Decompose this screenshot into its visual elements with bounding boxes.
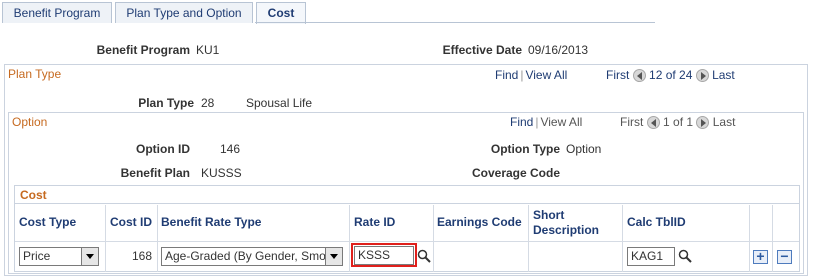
tab-plan-type-and-option[interactable]: Plan Type and Option: [115, 2, 253, 23]
plan-type-find-link[interactable]: Find: [495, 68, 518, 82]
plan-type-label: Plan Type: [138, 96, 194, 110]
option-first-link[interactable]: First: [620, 115, 643, 129]
col-calc-tblid: Calc TblID: [627, 215, 686, 229]
delete-row-button[interactable]: −: [777, 249, 792, 264]
option-id-value: 146: [220, 142, 241, 156]
col-separator: [528, 205, 529, 272]
plan-type-view-all-link[interactable]: View All: [525, 68, 567, 82]
plan-type-counter: 12 of 24: [649, 68, 693, 82]
header-row-divider: [15, 241, 799, 242]
option-type-value: Option: [566, 142, 602, 156]
option-last-link[interactable]: Last: [713, 115, 736, 129]
tab-bar: Benefit Program Plan Type and Option Cos…: [0, 0, 814, 24]
benefit-program-label: Benefit Program: [96, 43, 190, 57]
next-arrow-icon[interactable]: [695, 69, 709, 83]
plan-type-description: Spousal Life: [246, 96, 313, 110]
col-separator: [349, 205, 350, 272]
option-id-label: Option ID: [136, 142, 190, 156]
option-next-arrow-icon[interactable]: [696, 116, 710, 130]
previous-arrow-icon[interactable]: [632, 69, 646, 83]
effective-date-value: 09/16/2013: [528, 43, 589, 57]
chevron-down-icon[interactable]: [325, 248, 342, 265]
option-counter: 1 of 1: [663, 115, 694, 129]
effective-date-label: Effective Date: [442, 43, 522, 57]
col-separator: [772, 205, 773, 272]
option-view-all-link[interactable]: View All: [540, 115, 582, 129]
chevron-down-icon[interactable]: [81, 248, 98, 265]
col-earnings-code: Earnings Code: [437, 215, 522, 229]
col-separator: [157, 205, 158, 272]
option-find-link[interactable]: Find: [510, 115, 533, 129]
col-separator: [749, 205, 750, 272]
col-separator: [433, 205, 434, 272]
coverage-code-label: Coverage Code: [471, 166, 560, 180]
option-pager: First 1 of 1 Last: [620, 115, 736, 130]
col-benefit-rate-type: Benefit Rate Type: [161, 215, 262, 229]
add-row-button[interactable]: +: [753, 249, 768, 264]
search-icon[interactable]: [678, 249, 692, 263]
rate-id-input[interactable]: KSSS: [354, 246, 414, 265]
col-cost-type: Cost Type: [19, 215, 77, 229]
plan-type-last-link[interactable]: Last: [712, 68, 735, 82]
benefit-plan-value: KUSSS: [201, 166, 242, 180]
plan-type-title: Plan Type: [8, 67, 62, 81]
cost-type-value: Price: [23, 249, 51, 263]
plan-type-first-link[interactable]: First: [606, 68, 629, 82]
col-separator: [105, 205, 106, 272]
option-title: Option: [12, 115, 48, 129]
search-icon[interactable]: [417, 249, 431, 263]
plan-type-code: 28: [201, 96, 215, 110]
col-rate-id: Rate ID: [354, 215, 396, 229]
option-nav: Find | View All: [510, 115, 583, 129]
cost-title-divider: [15, 203, 799, 204]
option-type-label: Option Type: [490, 142, 560, 156]
tab-cost[interactable]: Cost: [256, 2, 306, 24]
benefit-program-value: KU1: [196, 43, 220, 57]
plan-type-nav: Find | View All: [495, 68, 568, 82]
col-short-description: Short Description: [533, 208, 600, 237]
benefit-rate-type-value: Age-Graded (By Gender, Smoker): [165, 249, 343, 263]
cost-title: Cost: [20, 188, 47, 202]
col-cost-id: Cost ID: [110, 215, 152, 229]
cost-type-select[interactable]: Price: [19, 247, 99, 266]
plan-type-pager: First 12 of 24 Last: [606, 68, 735, 83]
tab-benefit-program[interactable]: Benefit Program: [2, 2, 112, 23]
option-previous-arrow-icon[interactable]: [646, 116, 660, 130]
calc-tblid-input[interactable]: KAG1: [627, 247, 675, 266]
cost-id-value: 168: [131, 249, 152, 263]
benefit-plan-label: Benefit Plan: [120, 166, 190, 180]
benefit-rate-type-select[interactable]: Age-Graded (By Gender, Smoker): [161, 247, 343, 266]
col-separator: [622, 205, 623, 272]
tab-divider: [255, 22, 655, 23]
